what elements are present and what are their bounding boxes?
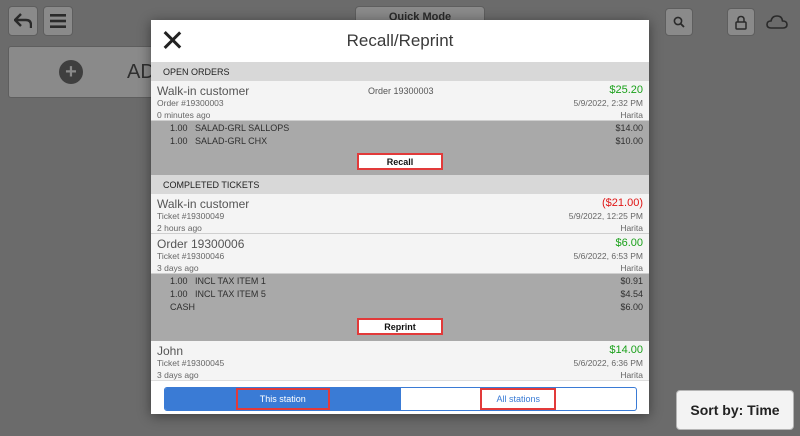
recall-reprint-dialog: Recall/Reprint OPEN ORDERS Walk-in custo…: [151, 20, 649, 414]
line-qty: 1.00: [170, 123, 188, 133]
close-icon[interactable]: [162, 30, 182, 50]
order-age: 0 minutes ago: [157, 110, 211, 120]
menu-button[interactable]: [43, 6, 73, 36]
search-icon: [673, 16, 685, 28]
customer-name: Order 19300006: [157, 237, 245, 251]
ticket-amount: $14.00: [609, 344, 643, 356]
line-price: $4.54: [620, 289, 643, 299]
open-orders-header: OPEN ORDERS: [151, 62, 649, 81]
ticket-age: 2 hours ago: [157, 223, 202, 233]
back-button[interactable]: [8, 6, 38, 36]
ticket-employee: Harita: [620, 370, 643, 380]
ticket-number: Ticket #19300045: [157, 358, 225, 368]
sort-label: Sort by: Time: [690, 402, 780, 418]
ticket-number: Ticket #19300046: [157, 251, 225, 261]
line-price: $14.00: [615, 123, 643, 133]
ticket-age: 3 days ago: [157, 263, 199, 273]
line-qty: 1.00: [170, 276, 188, 286]
customer-name: Walk-in customer: [157, 84, 250, 98]
ticket-date: 5/6/2022, 6:36 PM: [573, 358, 643, 368]
line-desc: INCL TAX ITEM 1: [195, 276, 266, 286]
line-item: CASH $6.00: [151, 302, 649, 315]
cloud-status-icon[interactable]: [766, 14, 788, 30]
line-item: 1.00 SALAD-GRL CHX $10.00: [151, 136, 649, 149]
line-price: $10.00: [615, 136, 643, 146]
line-desc: SALAD-GRL SALLOPS: [195, 123, 290, 133]
payment-type: CASH: [170, 302, 196, 312]
hamburger-icon: [50, 14, 66, 28]
line-item: 1.00 SALAD-GRL SALLOPS $14.00: [151, 123, 649, 136]
order-number: Order #19300003: [157, 98, 224, 108]
ticket-amount: ($21.00): [602, 197, 643, 209]
ticket-row[interactable]: Walk-in customer ($21.00) Ticket #193000…: [151, 194, 649, 234]
this-station-tab[interactable]: This station: [165, 388, 401, 410]
reprint-button[interactable]: Reprint: [357, 318, 443, 335]
line-item: 1.00 INCL TAX ITEM 1 $0.91: [151, 276, 649, 289]
back-arrow-icon: [14, 13, 32, 28]
recall-button[interactable]: Recall: [357, 153, 443, 170]
ticket-number: Ticket #19300049: [157, 211, 225, 221]
open-order-details: 1.00 SALAD-GRL SALLOPS $14.00 1.00 SALAD…: [151, 121, 649, 175]
order-amount: $25.20: [609, 84, 643, 96]
order-date: 5/9/2022, 2:32 PM: [573, 98, 643, 108]
this-station-label: This station: [235, 388, 330, 410]
ticket-date: 5/6/2022, 6:53 PM: [573, 251, 643, 261]
reprint-wrap: Reprint: [151, 318, 649, 335]
add-customer-button[interactable]: + AD: [8, 46, 158, 98]
ticket-amount: $6.00: [615, 237, 643, 249]
all-stations-label: All stations: [480, 388, 557, 410]
all-stations-tab[interactable]: All stations: [401, 388, 637, 410]
ticket-row[interactable]: Order 19300006 $6.00 Ticket #19300046 5/…: [151, 234, 649, 274]
lock-button[interactable]: [727, 8, 755, 36]
recall-wrap: Recall: [151, 153, 649, 170]
ticket-age: 3 days ago: [157, 370, 199, 380]
open-order-row[interactable]: Walk-in customer Order 19300003 $25.20 O…: [151, 81, 649, 121]
ticket-row[interactable]: John $14.00 Ticket #19300045 5/6/2022, 6…: [151, 341, 649, 381]
line-desc: SALAD-GRL CHX: [195, 136, 268, 146]
sort-button[interactable]: Sort by: Time: [676, 390, 794, 430]
plus-icon: +: [59, 60, 83, 84]
order-reference: Order 19300003: [368, 86, 434, 96]
completed-tickets-header: COMPLETED TICKETS: [151, 175, 649, 194]
customer-name: John: [157, 344, 184, 358]
line-qty: 1.00: [170, 136, 188, 146]
order-employee: Harita: [620, 110, 643, 120]
station-filter-bar: This station All stations: [151, 380, 649, 414]
line-desc: INCL TAX ITEM 5: [195, 289, 266, 299]
lock-icon: [735, 15, 747, 30]
dialog-header: Recall/Reprint: [151, 20, 649, 62]
ticket-date: 5/9/2022, 12:25 PM: [568, 211, 643, 221]
dialog-title: Recall/Reprint: [346, 31, 454, 50]
line-price: $6.00: [620, 302, 643, 312]
station-toggle: This station All stations: [164, 387, 637, 411]
line-item: 1.00 INCL TAX ITEM 5 $4.54: [151, 289, 649, 302]
ticket-details: 1.00 INCL TAX ITEM 1 $0.91 1.00 INCL TAX…: [151, 274, 649, 341]
ticket-employee: Harita: [620, 263, 643, 273]
customer-name: Walk-in customer: [157, 197, 250, 211]
search-button[interactable]: [665, 8, 693, 36]
line-qty: 1.00: [170, 289, 188, 299]
line-price: $0.91: [620, 276, 643, 286]
ticket-employee: Harita: [620, 223, 643, 233]
